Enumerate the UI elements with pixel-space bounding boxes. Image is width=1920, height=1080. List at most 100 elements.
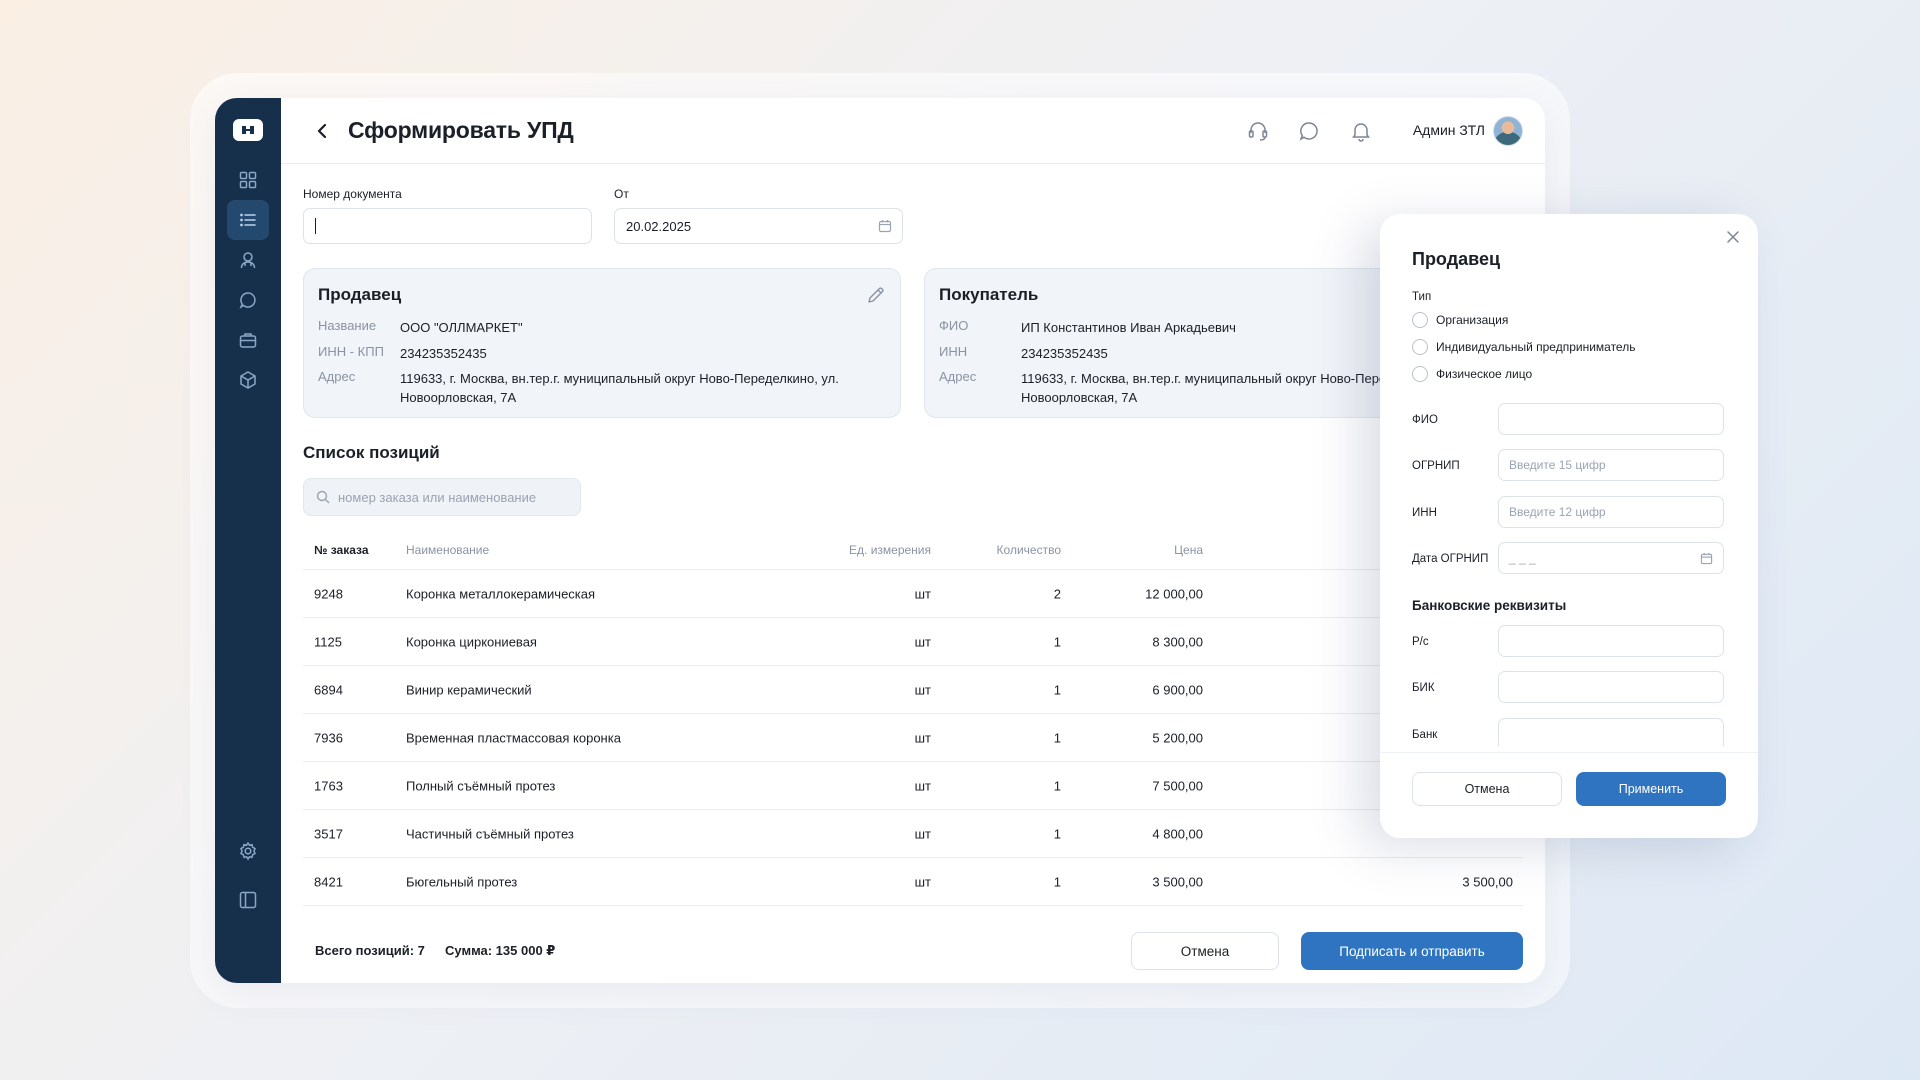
support-button[interactable] [1246, 119, 1270, 143]
cell-name: Временная пластмассовая коронка [406, 730, 621, 745]
cell-num: 1125 [314, 634, 342, 649]
headset-icon [1248, 122, 1268, 141]
table-row[interactable]: 6894 Винир керамический шт 1 6 900,00 [303, 666, 1523, 714]
gear-icon [240, 841, 256, 861]
buyer-fio-key: ФИО [939, 318, 969, 333]
cell-price: 5 200,00 [1152, 730, 1203, 745]
modal-cancel-button[interactable]: Отмена [1412, 772, 1562, 806]
chat-icon [239, 292, 256, 309]
avatar[interactable] [1493, 116, 1523, 146]
cell-qty: 1 [1053, 874, 1061, 889]
seller-inn-key: ИНН - КПП [318, 344, 384, 359]
type-label: Тип [1412, 291, 1432, 303]
sidebar-item-settings[interactable] [227, 831, 269, 871]
sidebar-item-products[interactable] [227, 360, 269, 400]
user-name[interactable]: Админ ЗТЛ [1413, 122, 1485, 138]
table-row[interactable]: 3517 Частичный съёмный протез шт 1 4 800,00 [303, 810, 1523, 858]
close-icon[interactable] [1724, 228, 1742, 246]
notifications-button[interactable] [1349, 119, 1373, 143]
table-row[interactable]: 9248 Коронка металлокерамическая шт 2 12 000… [303, 570, 1523, 618]
date-input[interactable]: 20.02.2025 [614, 208, 903, 244]
col-qty[interactable]: Количество [997, 543, 1061, 557]
seller-name-key: Название [318, 318, 377, 333]
col-num[interactable]: № заказа [314, 543, 369, 557]
radio-circle[interactable] [1412, 339, 1428, 355]
seller-row-inn: ИНН - КПП 234235352435 [318, 344, 880, 363]
cancel-button[interactable]: Отмена [1131, 932, 1279, 970]
total-positions: Всего позиций: 7 [315, 943, 425, 958]
bank-input[interactable] [1498, 718, 1724, 746]
rs-label: Р/с [1412, 636, 1429, 648]
table-row[interactable]: 1763 Полный съёмный протез шт 1 7 500,00 [303, 762, 1523, 810]
inn-label: ИНН [1412, 507, 1437, 519]
doc-number-label: Номер документа [303, 187, 402, 201]
messages-button[interactable] [1297, 119, 1321, 143]
calendar-icon[interactable] [1700, 552, 1713, 565]
ogrnip-input[interactable]: Введите 15 цифр [1498, 449, 1724, 481]
bik-input[interactable] [1498, 671, 1724, 703]
radio-entrepreneur-label: Индивидуальный предприниматель [1436, 340, 1636, 354]
cell-price: 3 500,00 [1152, 874, 1203, 889]
seller-row-address: Адрес 119633, г. Москва, вн.тер.г. муниц… [318, 369, 880, 407]
radio-entrepreneur[interactable]: Индивидуальный предприниматель [1412, 339, 1635, 355]
cell-name: Полный съёмный протез [406, 778, 556, 793]
cell-qty: 1 [1053, 730, 1061, 745]
cell-unit: шт [914, 634, 931, 649]
col-unit[interactable]: Ед. измерения [849, 543, 931, 557]
sidebar-item-chat[interactable] [227, 280, 269, 320]
header: Сформировать УПД Админ ЗТЛ [281, 98, 1545, 164]
search-input[interactable] [338, 489, 558, 505]
apply-button[interactable]: Применить [1576, 772, 1726, 806]
ogrnip-date-input[interactable]: _ _ _ [1498, 542, 1724, 574]
table-row[interactable]: 8421 Бюгельный протез шт 1 3 500,00 3 500,00 [303, 858, 1523, 906]
rs-input[interactable] [1498, 625, 1724, 657]
cell-num: 8421 [314, 874, 343, 889]
seller-title: Продавец [318, 285, 402, 304]
col-price[interactable]: Цена [1174, 543, 1203, 557]
sidebar-item-dashboard[interactable] [227, 160, 269, 200]
radio-individual[interactable]: Физическое лицо [1412, 366, 1532, 382]
cell-price: 4 800,00 [1152, 826, 1203, 841]
cell-qty: 1 [1053, 826, 1061, 841]
grid-icon [239, 171, 257, 189]
chevron-left-icon [317, 123, 327, 139]
cell-price: 8 300,00 [1152, 634, 1203, 649]
radio-organization-label: Организация [1436, 313, 1509, 327]
bank-section-title: Банковские реквизиты [1412, 598, 1567, 613]
sign-send-button[interactable]: Подписать и отправить [1301, 932, 1523, 970]
date-value: 20.02.2025 [626, 218, 692, 234]
box-icon [240, 371, 256, 389]
calendar-icon[interactable] [878, 219, 892, 233]
inn-input[interactable]: Введите 12 цифр [1498, 496, 1724, 528]
app-window: Сформировать УПД Админ ЗТЛ Номер докумен… [215, 98, 1545, 983]
date-label: От [614, 187, 629, 201]
sidebar-collapse-button[interactable] [227, 880, 269, 920]
total-sum: Сумма: 135 000 ₽ [445, 943, 556, 958]
seller-address-key: Адрес [318, 369, 356, 384]
sidebar-item-briefcase[interactable] [227, 320, 269, 360]
sidebar-item-doctors[interactable] [227, 240, 269, 280]
radio-organization[interactable]: Организация [1412, 312, 1508, 328]
cell-num: 7936 [314, 730, 343, 745]
buyer-inn-key: ИНН [939, 344, 968, 359]
cell-price: 12 000,00 [1145, 586, 1203, 601]
col-name[interactable]: Наименование [406, 543, 489, 557]
cell-unit: шт [914, 778, 931, 793]
buyer-address-key: Адрес [939, 369, 977, 384]
radio-circle[interactable] [1412, 366, 1428, 382]
seller-name-value: ООО "ОЛЛМАРКЕТ" [400, 320, 523, 335]
doc-number-input[interactable] [303, 208, 592, 244]
cell-qty: 1 [1053, 634, 1061, 649]
seller-row-name: Название ООО "ОЛЛМАРКЕТ" [318, 318, 880, 337]
sidebar-item-list[interactable] [227, 200, 269, 240]
chat-icon [1299, 122, 1318, 141]
cell-qty: 2 [1053, 586, 1061, 601]
radio-circle[interactable] [1412, 312, 1428, 328]
edit-icon[interactable] [866, 285, 886, 305]
bell-icon [1352, 123, 1370, 142]
back-button[interactable] [311, 120, 333, 142]
fio-input[interactable] [1498, 403, 1724, 435]
table-row[interactable]: 1125 Коронка циркониевая шт 1 8 300,00 [303, 618, 1523, 666]
positions-table: № заказа Наименование Ед. измерения Коли… [303, 530, 1523, 906]
table-row[interactable]: 7936 Временная пластмассовая коронка шт 1 5 … [303, 714, 1523, 762]
